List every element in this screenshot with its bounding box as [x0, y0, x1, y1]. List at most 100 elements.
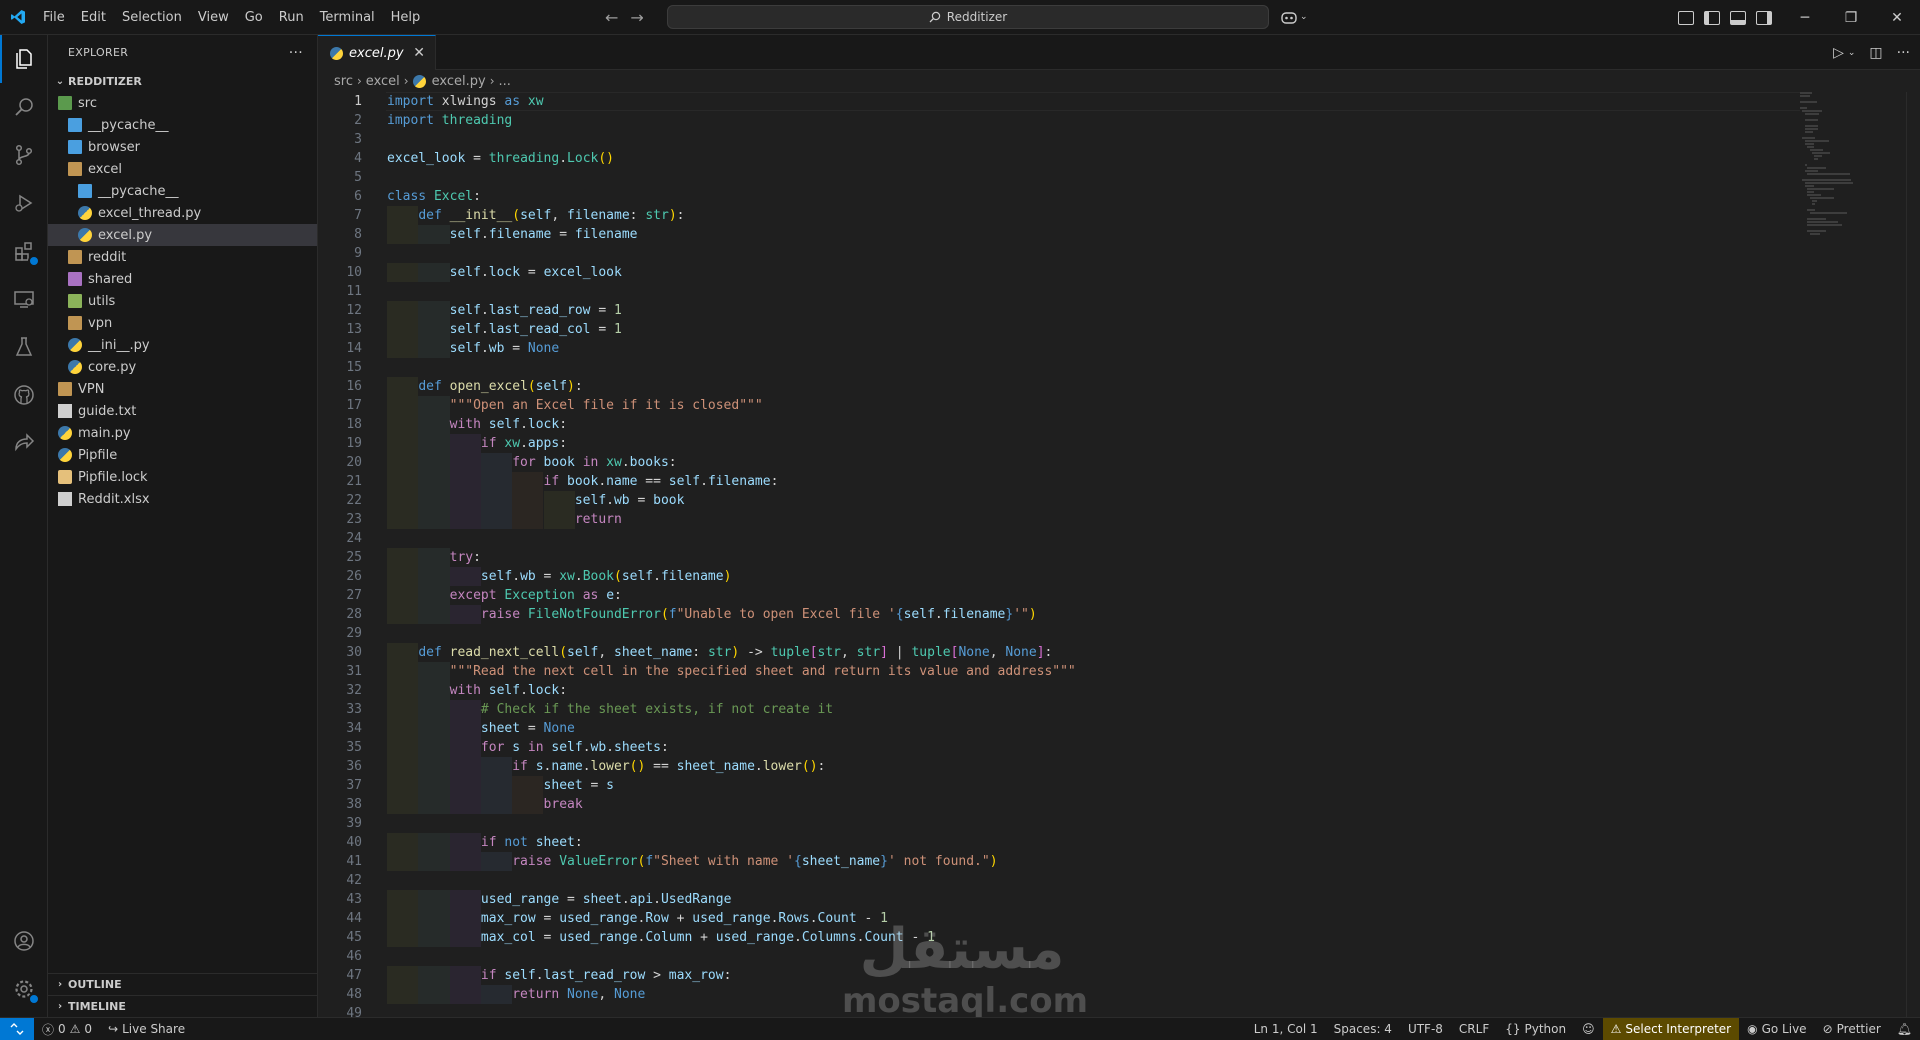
notifications[interactable]: 🔔︎: [1889, 1018, 1920, 1040]
live-share-activity[interactable]: [0, 419, 48, 467]
search-activity[interactable]: [0, 83, 48, 131]
close-window-icon[interactable]: ✕: [1874, 0, 1920, 35]
timeline-section-header[interactable]: › TIMELINE: [48, 995, 318, 1017]
project-section-header[interactable]: ⌄ REDDITIZER: [48, 70, 317, 92]
tree-item[interactable]: guide.txt: [48, 400, 317, 422]
toggle-primary-sidebar-icon[interactable]: [1704, 10, 1720, 25]
tree-item[interactable]: __pycache__: [48, 180, 317, 202]
menu-edit[interactable]: Edit: [73, 0, 114, 35]
menu-view[interactable]: View: [190, 0, 237, 35]
code-editor[interactable]: 1 import xlwings as xw 2 import threading 3 4…: [318, 92, 1920, 1017]
tree-item[interactable]: Pipfile.lock: [48, 466, 317, 488]
minimap-line: [1805, 164, 1807, 166]
update-badge: [28, 993, 40, 1005]
tree-item[interactable]: main.py: [48, 422, 317, 444]
code-token: max_row: [668, 968, 724, 983]
code-token: .: [621, 892, 630, 907]
language-mode[interactable]: {} Python: [1497, 1018, 1574, 1040]
outline-section-header[interactable]: › OUTLINE: [48, 973, 318, 995]
source-control-activity[interactable]: [0, 131, 48, 179]
code-line: 17 """Open an Excel file if it is closed…: [318, 396, 1920, 415]
extensions-activity[interactable]: [0, 227, 48, 275]
cursor-position[interactable]: Ln 1, Col 1: [1246, 1018, 1326, 1040]
folder-icon: [58, 96, 72, 110]
testing-activity[interactable]: [0, 323, 48, 371]
toggle-panel-icon[interactable]: [1730, 10, 1746, 25]
tree-item[interactable]: excel: [48, 158, 317, 180]
forward-arrow-icon[interactable]: →: [630, 8, 643, 27]
tree-item[interactable]: __pycache__: [48, 114, 317, 136]
restore-icon[interactable]: ❐: [1828, 0, 1874, 35]
breadcrumb-item[interactable]: ...: [499, 74, 511, 89]
live-share-status[interactable]: ↪ Live Share: [100, 1018, 193, 1040]
code-token: (: [660, 607, 669, 622]
more-actions-icon[interactable]: ···: [1897, 45, 1910, 61]
code-token: :: [723, 968, 732, 983]
tree-item[interactable]: vpn: [48, 312, 317, 334]
encoding[interactable]: UTF-8: [1400, 1018, 1451, 1040]
tree-item[interactable]: core.py: [48, 356, 317, 378]
editor-scrollbar[interactable]: [1906, 92, 1920, 1017]
tree-item[interactable]: __ini__.py: [48, 334, 317, 356]
code-line: 8 self.filename = filename: [318, 225, 1920, 244]
prettier-status[interactable]: ⊘ Prettier: [1815, 1018, 1889, 1040]
manage-activity[interactable]: [0, 965, 48, 1013]
split-editor-icon[interactable]: ◫: [1869, 45, 1882, 61]
code-token: None: [527, 341, 560, 356]
minimap-line: [1807, 146, 1814, 148]
menu-selection[interactable]: Selection: [114, 0, 190, 35]
tab-excel-py[interactable]: excel.py ✕: [318, 35, 436, 70]
chevron-down-icon[interactable]: ⌄: [1848, 48, 1856, 58]
line-number: 5: [354, 170, 362, 185]
more-actions-icon[interactable]: ···: [289, 45, 303, 61]
tree-item[interactable]: src: [48, 92, 317, 114]
minimize-icon[interactable]: ─: [1782, 0, 1828, 35]
menu-terminal[interactable]: Terminal: [312, 0, 383, 35]
copilot-status[interactable]: ☺: [1574, 1018, 1603, 1040]
toggle-secondary-sidebar-icon[interactable]: [1756, 10, 1772, 25]
menu-help[interactable]: Help: [383, 0, 429, 35]
tree-item[interactable]: browser: [48, 136, 317, 158]
tree-item[interactable]: excel_thread.py: [48, 202, 317, 224]
end-of-line[interactable]: CRLF: [1451, 1018, 1497, 1040]
minimap[interactable]: [1800, 92, 1900, 332]
github-activity[interactable]: [0, 371, 48, 419]
tree-item[interactable]: utils: [48, 290, 317, 312]
menu-go[interactable]: Go: [237, 0, 271, 35]
tree-item[interactable]: VPN: [48, 378, 317, 400]
remote-indicator[interactable]: [0, 1017, 34, 1040]
accounts-activity[interactable]: [0, 917, 48, 965]
problems-indicator[interactable]: ⓧ 0 ⚠ 0: [34, 1018, 100, 1040]
indentation[interactable]: Spaces: 4: [1326, 1018, 1400, 1040]
explorer-activity[interactable]: [0, 35, 48, 83]
customize-layout-icon[interactable]: [1678, 10, 1694, 25]
code-text: """Open an Excel file if it is closed""": [387, 396, 763, 415]
breadcrumb-item[interactable]: excel.py: [432, 74, 486, 89]
code-token: ,: [598, 987, 614, 1002]
remote-explorer-activity[interactable]: [0, 275, 48, 323]
back-arrow-icon[interactable]: ←: [605, 8, 618, 27]
go-live[interactable]: ◉ Go Live: [1739, 1018, 1814, 1040]
tree-item[interactable]: Pipfile: [48, 444, 317, 466]
tree-item[interactable]: excel.py: [48, 224, 317, 246]
menu-run[interactable]: Run: [271, 0, 312, 35]
breadcrumb-item[interactable]: src: [334, 74, 353, 89]
tree-item[interactable]: reddit: [48, 246, 317, 268]
run-debug-activity[interactable]: [0, 179, 48, 227]
command-center-search[interactable]: Redditizer: [667, 5, 1269, 29]
tree-item[interactable]: shared: [48, 268, 317, 290]
copilot-button[interactable]: ⌄: [1280, 6, 1308, 28]
code-token: :: [629, 208, 646, 223]
menu-file[interactable]: File: [35, 0, 73, 35]
tree-item[interactable]: Reddit.xlsx: [48, 488, 317, 510]
code-line: 29: [318, 624, 1920, 643]
breadcrumb-item[interactable]: excel: [366, 74, 400, 89]
close-icon[interactable]: ✕: [413, 45, 425, 61]
line-number: 22: [346, 493, 362, 508]
tree-item-label: Reddit.xlsx: [78, 491, 150, 507]
run-python-file-icon[interactable]: ▷: [1833, 45, 1844, 61]
select-interpreter[interactable]: ⚠ Select Interpreter: [1602, 1017, 1740, 1040]
